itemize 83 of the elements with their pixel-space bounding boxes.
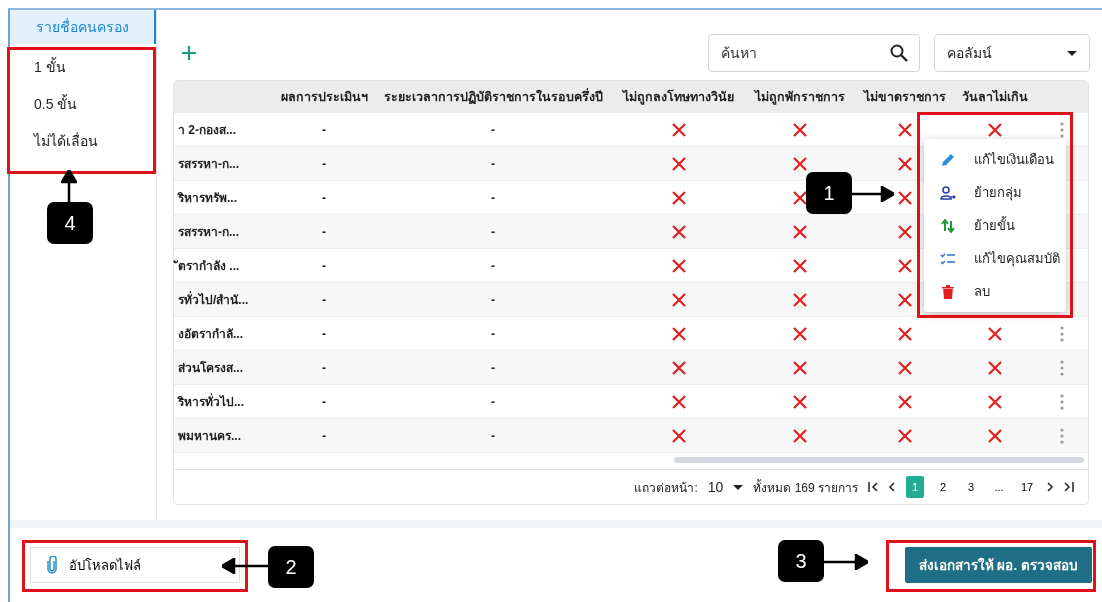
table-cell: - xyxy=(321,156,327,171)
column-header: ไม่ถูกพักราชการ xyxy=(755,89,845,107)
previous-page-icon[interactable] xyxy=(888,482,896,492)
table-cell-text: พมหานคร... xyxy=(177,428,241,445)
arrow xyxy=(61,170,77,202)
menu-item[interactable]: ลบ xyxy=(924,275,1066,308)
table-cell-text: ริหารทรัพ... xyxy=(176,190,237,207)
first-page-icon[interactable] xyxy=(868,482,878,492)
menu-item[interactable]: ย้ายกลุ่ม xyxy=(924,176,1066,209)
checklist-icon xyxy=(940,251,956,266)
callout-number: 2 xyxy=(268,546,314,588)
table-cell: - xyxy=(490,360,496,375)
column-header: ไม่ถูกลงโทษทางวินัย xyxy=(623,88,734,107)
column-header: ระยะเวลาการปฏิบัติราชการในรอบครึ่งปี xyxy=(383,87,603,106)
column-header: ผลการประเมินฯ xyxy=(280,89,368,106)
table-cell: - xyxy=(490,224,496,239)
more-icon[interactable] xyxy=(1059,359,1064,376)
table-cell: - xyxy=(321,292,327,307)
table-cell-text: งอัตรากำลั... xyxy=(177,326,243,343)
table-cell-text: า 2-กองส... xyxy=(177,122,236,139)
person-arrow-icon xyxy=(940,185,956,200)
table-cell: - xyxy=(321,224,327,239)
table-cell: - xyxy=(490,428,496,443)
callout-number: 1 xyxy=(806,172,852,214)
pencil-icon xyxy=(941,152,955,167)
more-icon[interactable] xyxy=(1059,121,1064,138)
caret-icon xyxy=(1067,50,1077,56)
next-page-icon[interactable] xyxy=(1046,482,1054,492)
table-cell: - xyxy=(321,394,327,409)
table-cell: - xyxy=(490,190,496,205)
submit-button[interactable]: ส่งเอกสารให้ ผอ. ตรวจสอบ xyxy=(904,547,1092,583)
sidebar-tab[interactable]: ไม่ได้เลื่อน xyxy=(10,124,156,158)
total-count: ทั้งหมด 169 รายการ xyxy=(753,478,858,497)
rows-per-page-label: แถวต่อหน้า: xyxy=(634,479,698,497)
caret-icon[interactable] xyxy=(733,484,744,490)
search-field[interactable]: ค้นหา xyxy=(708,34,920,72)
menu-item[interactable]: ย้ายขั้น xyxy=(924,209,1066,242)
sidebar-tab[interactable]: 0.5 ขั้น xyxy=(10,87,156,121)
add-icon[interactable] xyxy=(181,45,197,61)
menu-item[interactable]: แก้ไขคุณสมบัติ xyxy=(924,242,1066,275)
table-cell: - xyxy=(321,428,327,443)
callout-number: 3 xyxy=(778,540,824,582)
table-cell: - xyxy=(490,394,496,409)
scrollbar[interactable] xyxy=(674,457,1084,463)
table-cell-text: รสรรหา-ก... xyxy=(177,224,239,241)
page-button[interactable]: 2 xyxy=(934,476,952,498)
sidebar-tab[interactable]: 1 ขั้น xyxy=(10,50,156,84)
table-cell: - xyxy=(321,190,327,205)
trash-icon xyxy=(942,284,954,299)
table-cell: - xyxy=(490,292,496,307)
table-cell: - xyxy=(321,326,327,341)
rows-per-page-value[interactable]: 10 xyxy=(707,479,724,495)
arrow xyxy=(852,186,894,202)
page-button[interactable]: 3 xyxy=(962,476,980,498)
more-icon[interactable] xyxy=(1059,393,1064,410)
upload-button[interactable]: อัปโหลดไฟล์ xyxy=(30,547,240,583)
table-cell: - xyxy=(490,258,496,273)
menu-item[interactable]: แก้ไขเงินเดือน xyxy=(924,143,1066,176)
column-header: ไม่ขาดราชการ xyxy=(864,89,946,106)
up-down-arrows-icon xyxy=(941,218,955,233)
table-cell: - xyxy=(490,326,496,341)
table-cell: - xyxy=(490,122,496,137)
more-icon[interactable] xyxy=(1059,427,1064,444)
table-cell-text: ส่วนโครงส... xyxy=(177,360,243,377)
more-icon[interactable] xyxy=(1059,325,1064,342)
arrow xyxy=(824,554,868,570)
table-cell: - xyxy=(321,122,327,137)
page-button[interactable]: ... xyxy=(990,476,1008,498)
table-cell-text: ริหารทั่วไป... xyxy=(176,392,244,411)
arrow xyxy=(222,558,268,574)
table-cell: - xyxy=(490,156,496,171)
search-icon[interactable] xyxy=(890,44,908,62)
table-cell-text: รทั่วไป/สำนั... xyxy=(177,290,249,309)
paperclip-icon xyxy=(47,556,57,574)
table-cell-text: รสรรหา-ก... xyxy=(177,156,239,173)
column-header: วันลาไม่เกิน xyxy=(962,89,1028,106)
page-button[interactable]: 17 xyxy=(1018,476,1036,498)
last-page-icon[interactable] xyxy=(1064,482,1074,492)
column-dropdown[interactable]: คอลัมน์ xyxy=(934,34,1090,72)
table-cell: - xyxy=(321,360,327,375)
callout-number: 4 xyxy=(47,202,93,244)
table-cell: ัตรากำลัง ... xyxy=(174,256,240,275)
table-cell: - xyxy=(321,258,327,273)
